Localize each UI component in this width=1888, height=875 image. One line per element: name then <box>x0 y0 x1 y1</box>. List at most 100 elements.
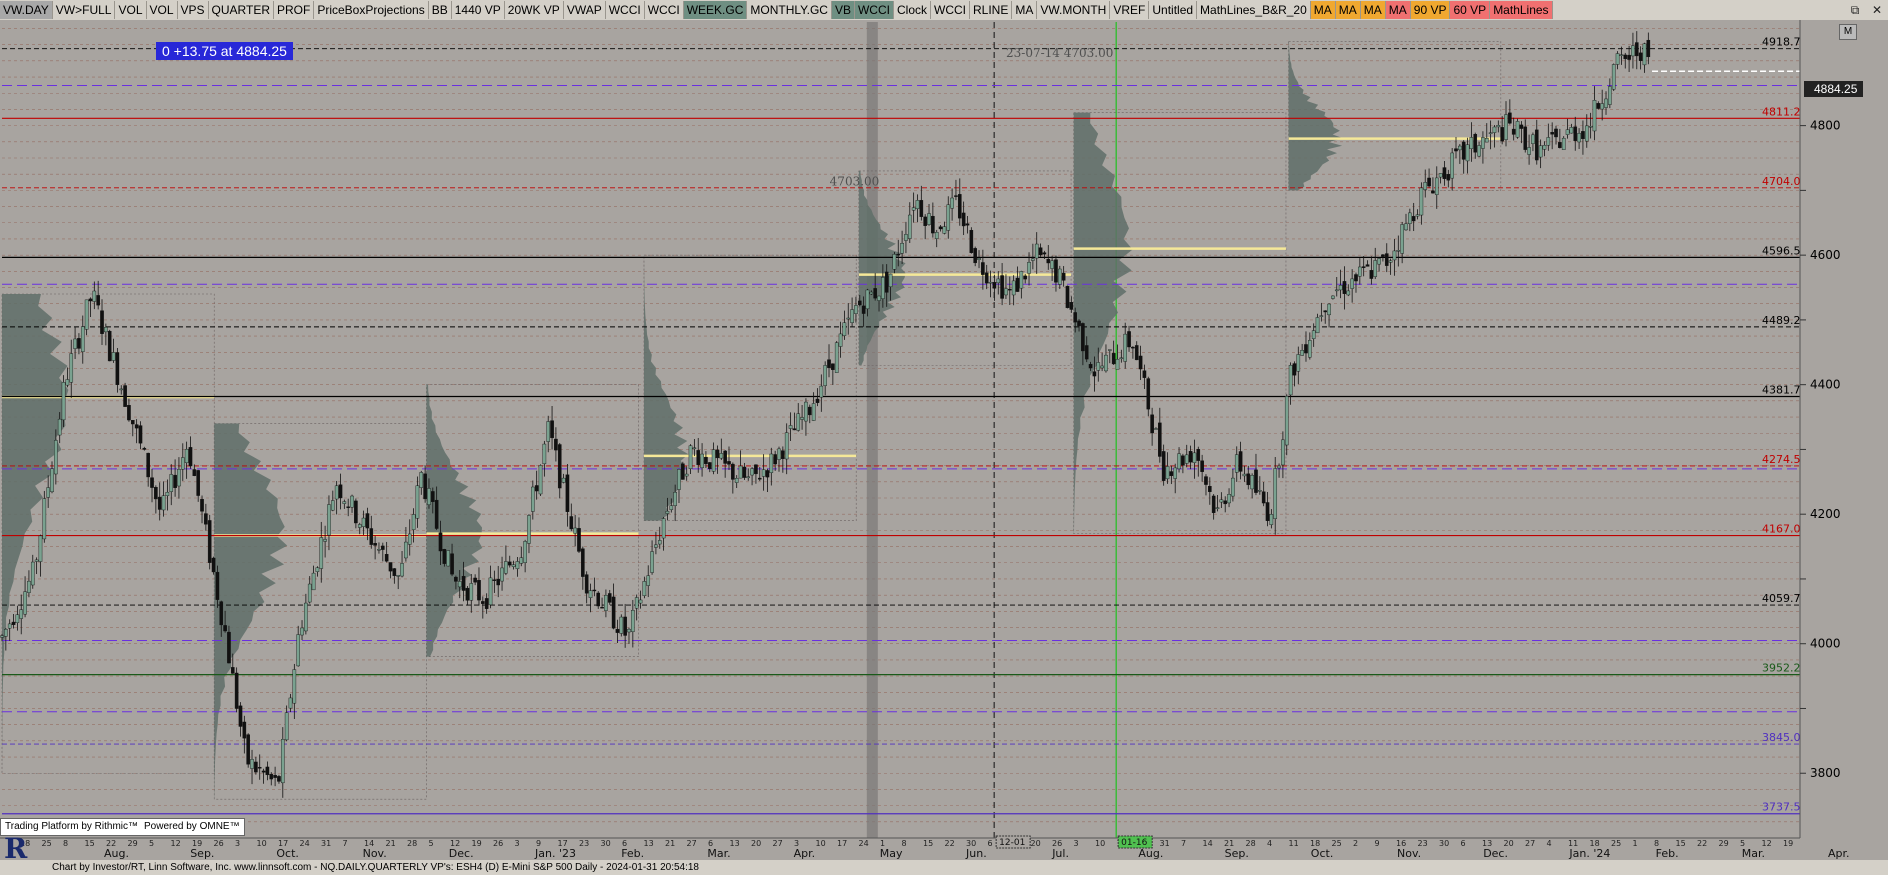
candle-body <box>950 197 954 209</box>
candle-body <box>1084 345 1089 360</box>
highlight-band <box>866 22 878 838</box>
x-day-label: 22 <box>945 839 955 848</box>
toolbar-button-vw-month[interactable]: VW.MONTH <box>1037 1 1111 19</box>
toolbar-button-wcci[interactable]: WCCI <box>931 1 970 19</box>
candle-body <box>369 528 374 545</box>
toolbar-button-ma[interactable]: MA <box>1335 1 1361 19</box>
toolbar-button-vol[interactable]: VOL <box>146 1 178 19</box>
toolbar-button-vw-day[interactable]: VW.DAY <box>0 1 53 19</box>
candle-body <box>1484 138 1489 143</box>
toolbar-button-priceboxprojections[interactable]: PriceBoxProjections <box>314 1 429 19</box>
candle-body <box>673 492 677 506</box>
toolbar-button-vw-full[interactable]: VW>FULL <box>52 1 116 19</box>
candle-body <box>1458 145 1462 151</box>
toolbar-button-wcci[interactable]: WCCI <box>605 1 645 19</box>
candle-body <box>1046 258 1051 264</box>
toolbar-button-vps[interactable]: VPS <box>177 1 209 19</box>
candle-body <box>765 470 770 478</box>
toolbar-button-rline[interactable]: RLINE <box>970 1 1013 19</box>
omne-label: Powered by OMNE™ <box>144 821 240 832</box>
candle-body <box>1281 439 1285 466</box>
toolbar-button-ma[interactable]: MA <box>1012 1 1038 19</box>
x-day-label: 26 <box>493 839 503 848</box>
candle-body <box>1354 274 1358 282</box>
candle-body <box>504 561 508 574</box>
toolbar-button-ma[interactable]: MA <box>1310 1 1336 19</box>
candle-body <box>707 462 712 469</box>
candle-body <box>804 401 808 422</box>
candle-body <box>1369 270 1374 279</box>
candle-body <box>550 420 554 439</box>
toolbar-button-60-vp[interactable]: 60 VP <box>1450 1 1491 19</box>
toolbar-button-prof[interactable]: PROF <box>273 1 315 19</box>
candle-body <box>923 216 927 226</box>
candle-body <box>938 226 943 230</box>
price-chart[interactable]: 4918.754811.254704.004596.504489.254381.… <box>0 20 1888 860</box>
candle-body <box>492 579 497 581</box>
candle-body <box>1000 275 1004 299</box>
candle-body <box>234 672 239 709</box>
candle-body <box>727 461 731 465</box>
candle-body <box>1542 145 1547 150</box>
candle-body <box>457 581 462 588</box>
toolbar-button-vol[interactable]: VOL <box>115 1 147 19</box>
candle-body <box>342 501 347 504</box>
toolbar-button-untitled[interactable]: Untitled <box>1149 1 1198 19</box>
candle-body <box>915 200 920 209</box>
candle-body <box>1511 128 1516 135</box>
m-toggle[interactable]: M <box>1839 24 1857 40</box>
candle-body <box>1300 350 1304 356</box>
candle-body <box>1054 259 1058 283</box>
toolbar-button-ma[interactable]: MA <box>1385 1 1411 19</box>
candle-body <box>942 226 947 234</box>
x-day-label: 15 <box>923 839 933 848</box>
candle-body <box>1500 127 1504 142</box>
candle-body <box>269 773 274 780</box>
candle-body <box>1161 451 1166 481</box>
x-day-label: 23 <box>579 839 589 848</box>
x-month-label: Aug. <box>1138 847 1163 860</box>
toolbar-button-quarter[interactable]: QUARTER <box>208 1 274 19</box>
candle-body <box>1173 467 1178 479</box>
toolbar-button-wcci[interactable]: WCCI <box>644 1 684 19</box>
toolbar-button-monthly-gc[interactable]: MONTHLY.GC <box>747 1 832 19</box>
toolbar-button-20wk-vp[interactable]: 20WK VP <box>504 1 564 19</box>
candle-body <box>1284 396 1289 446</box>
candle-body <box>1438 173 1443 178</box>
candle-body <box>1154 428 1158 430</box>
candle-body <box>1496 125 1501 128</box>
restore-icon[interactable]: ⧉ <box>1844 3 1866 18</box>
toolbar-button-mathlines-b-r-20[interactable]: MathLines_B&R_20 <box>1197 1 1311 19</box>
candle-body <box>1142 370 1147 378</box>
toolbar-button-week-gc[interactable]: WEEK.GC <box>683 1 748 19</box>
close-icon[interactable]: ✕ <box>1866 3 1888 17</box>
toolbar-button-ma[interactable]: MA <box>1360 1 1386 19</box>
toolbar-button-vb[interactable]: VB <box>831 1 855 19</box>
toolbar-button-vref[interactable]: VREF <box>1110 1 1150 19</box>
x-day-label: 10 <box>257 839 267 848</box>
x-month-label: Jul. <box>1051 847 1069 860</box>
y-tick-label: 4400 <box>1810 378 1841 392</box>
candle-body <box>65 379 70 386</box>
candle-body <box>684 473 689 477</box>
candle-body <box>1331 295 1335 299</box>
candle-body <box>934 232 939 239</box>
toolbar-button-wcci[interactable]: WCCI <box>854 1 894 19</box>
candle-body <box>907 214 912 239</box>
candle-body <box>1315 317 1320 334</box>
toolbar-button-clock[interactable]: Clock <box>893 1 931 19</box>
toolbar-button-bb[interactable]: BB <box>428 1 452 19</box>
x-month-label: May <box>880 847 903 860</box>
candle-body <box>1373 260 1378 277</box>
candle-body <box>584 574 589 594</box>
candle-body <box>1100 365 1104 369</box>
candle-body <box>615 628 620 633</box>
toolbar-button-90-vp[interactable]: 90 VP <box>1410 1 1451 19</box>
candle-body <box>1519 124 1524 129</box>
toolbar-button-1440-vp[interactable]: 1440 VP <box>451 1 505 19</box>
candle-body <box>1073 312 1077 323</box>
toolbar-button-mathlines[interactable]: MathLines <box>1490 1 1553 19</box>
candle-body <box>27 580 31 593</box>
toolbar-button-vwap[interactable]: VWAP <box>563 1 606 19</box>
candle-body <box>888 273 893 287</box>
